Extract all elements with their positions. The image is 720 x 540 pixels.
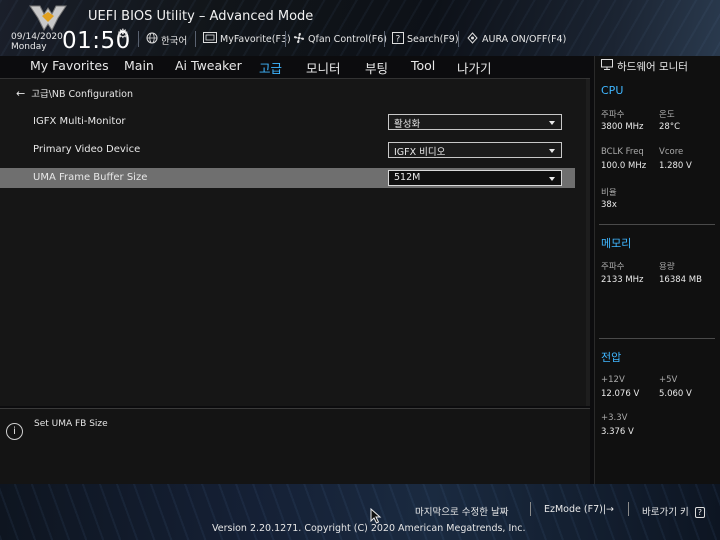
- breadcrumb-path: 고급\NB Configuration: [31, 89, 133, 100]
- day-text: Monday: [11, 42, 47, 52]
- globe-icon: [146, 32, 158, 47]
- vcore-value: 1.280 V: [659, 161, 692, 171]
- gear-icon[interactable]: ⚙: [117, 27, 129, 42]
- v33-value: 3.376 V: [601, 427, 634, 437]
- date-text: 09/14/2020: [11, 32, 63, 42]
- v12-label: +12V: [601, 375, 625, 385]
- tab-my-favorites[interactable]: My Favorites: [30, 58, 109, 73]
- memory-section-title: 메모리: [601, 237, 632, 250]
- v5-value: 5.060 V: [659, 389, 692, 399]
- tab-ai-tweaker[interactable]: Ai Tweaker: [175, 58, 242, 73]
- footer-bar: 마지막으로 수정한 날짜 EzMode (F7)|→ 바로가기 키 ? Vers…: [0, 484, 720, 540]
- v5-label: +5V: [659, 375, 678, 385]
- cpu-section-title: CPU: [601, 84, 624, 97]
- tab-tool[interactable]: Tool: [411, 58, 435, 73]
- copyright-text: Version 2.20.1271. Copyright (C) 2020 Am…: [212, 523, 526, 534]
- toolbar-divider: [138, 31, 139, 47]
- footer-divider: [530, 502, 531, 516]
- search-label: Search(F9): [407, 34, 459, 45]
- setting-row-uma-frame-buffer-size[interactable]: UMA Frame Buffer Size 512M: [0, 168, 575, 188]
- tab-advanced[interactable]: 고급: [259, 58, 283, 79]
- voltage-section-title: 전압: [601, 351, 622, 364]
- section-divider: [599, 224, 715, 225]
- svg-text:?: ?: [396, 35, 401, 45]
- breadcrumb[interactable]: ← 고급\NB Configuration: [16, 86, 133, 100]
- setting-label: IGFX Multi-Monitor: [33, 116, 126, 127]
- qfan-button[interactable]: Qfan Control(F6): [293, 32, 387, 47]
- chevron-down-icon: [549, 149, 555, 153]
- memory-cap-value: 16384 MB: [659, 275, 702, 285]
- aura-label: AURA ON/OFF(F4): [482, 34, 567, 45]
- search-button[interactable]: ? Search(F9): [392, 32, 459, 47]
- header-bar: UEFI BIOS Utility – Advanced Mode 09/14/…: [0, 0, 720, 56]
- toolbar-divider: [384, 31, 385, 47]
- hardware-monitor-panel: 하드웨어 모니터 CPU 주파수 온도 3800 MHz 28°C BCLK F…: [594, 56, 720, 484]
- select-value: IGFX 비디오: [394, 147, 446, 158]
- igfx-multi-monitor-select[interactable]: 활성화: [388, 114, 562, 130]
- bclk-value: 100.0 MHz: [601, 161, 647, 171]
- tab-main[interactable]: Main: [124, 58, 154, 73]
- hardware-monitor-label: 하드웨어 모니터: [617, 61, 688, 73]
- v12-value: 12.076 V: [601, 389, 640, 399]
- language-button[interactable]: 한국어: [146, 32, 187, 47]
- select-value: 512M: [394, 172, 421, 183]
- bclk-label: BCLK Freq: [601, 147, 644, 157]
- cpu-temp-value: 28°C: [659, 122, 681, 132]
- ezmode-button[interactable]: EzMode (F7)|→: [544, 504, 614, 515]
- language-label: 한국어: [161, 35, 188, 47]
- monitor-icon: [601, 59, 613, 73]
- help-text: Set UMA FB Size: [34, 419, 108, 429]
- section-divider: [599, 338, 715, 339]
- back-arrow-icon[interactable]: ←: [16, 87, 25, 100]
- chevron-down-icon: [549, 121, 555, 125]
- hotkeys-button[interactable]: 바로가기 키 ?: [642, 504, 706, 518]
- app-title: UEFI BIOS Utility – Advanced Mode: [88, 9, 314, 24]
- setting-row-igfx-multi-monitor[interactable]: IGFX Multi-Monitor 활성화: [0, 112, 575, 132]
- tab-exit[interactable]: 나가기: [457, 58, 492, 77]
- qfan-label: Qfan Control(F6): [308, 34, 387, 45]
- ratio-label: 비율: [601, 188, 617, 198]
- tab-boot[interactable]: 부팅: [365, 58, 388, 77]
- chevron-down-icon: [549, 177, 555, 181]
- v33-label: +3.3V: [601, 413, 628, 423]
- help-key-icon: ?: [694, 507, 706, 518]
- setting-row-primary-video-device[interactable]: Primary Video Device IGFX 비디오: [0, 140, 575, 160]
- memory-freq-value: 2133 MHz: [601, 275, 644, 285]
- scrollbar[interactable]: [586, 79, 590, 406]
- aura-icon: [466, 32, 479, 47]
- ratio-value: 38x: [601, 200, 617, 210]
- uma-frame-buffer-size-select[interactable]: 512M: [388, 170, 562, 186]
- hotkeys-label: 바로가기 키: [642, 507, 689, 518]
- help-panel: i Set UMA FB Size: [0, 408, 590, 484]
- select-value: 활성화: [394, 119, 421, 130]
- settings-panel: ← 고급\NB Configuration IGFX Multi-Monitor …: [0, 79, 590, 406]
- primary-video-device-select[interactable]: IGFX 비디오: [388, 142, 562, 158]
- vcore-label: Vcore: [659, 147, 684, 157]
- fan-icon: [293, 32, 305, 47]
- footer-divider: [628, 502, 629, 516]
- tab-monitor[interactable]: 모니터: [306, 58, 341, 77]
- mouse-cursor-icon: [370, 508, 382, 524]
- hardware-monitor-title: 하드웨어 모니터: [601, 59, 688, 74]
- toolbar-divider: [285, 31, 286, 47]
- myfavorite-label: MyFavorite(F3): [220, 33, 291, 45]
- cpu-temp-label: 온도: [659, 110, 675, 120]
- toolbar-divider: [195, 31, 196, 47]
- last-modified-button[interactable]: 마지막으로 수정한 날짜: [415, 504, 508, 518]
- memory-cap-label: 용량: [659, 262, 675, 272]
- memory-freq-label: 주파수: [601, 262, 625, 272]
- cpu-freq-label: 주파수: [601, 110, 625, 120]
- toolbar-divider: [458, 31, 459, 47]
- setting-label: UMA Frame Buffer Size: [33, 172, 148, 183]
- search-icon: ?: [392, 32, 404, 47]
- setting-label: Primary Video Device: [33, 144, 141, 155]
- date-display: 09/14/2020 Monday: [11, 32, 63, 52]
- aura-button[interactable]: AURA ON/OFF(F4): [466, 32, 566, 47]
- main-menu: My Favorites Main Ai Tweaker 고급 모니터 부팅 T…: [0, 56, 590, 79]
- cpu-freq-value: 3800 MHz: [601, 122, 644, 132]
- info-icon: i: [6, 423, 23, 440]
- myfavorite-button[interactable]: MyFavorite(F3): [203, 32, 291, 46]
- favorite-icon: [203, 32, 217, 46]
